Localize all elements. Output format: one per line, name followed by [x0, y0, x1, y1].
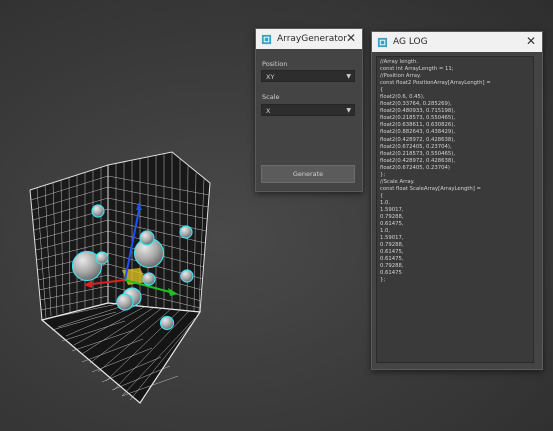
log-line: float2(0.672405, 0.23704),	[380, 143, 452, 150]
log-line: 1.0,	[380, 228, 391, 235]
generate-button[interactable]: Generate	[261, 165, 355, 183]
sphere-11[interactable]	[159, 315, 175, 331]
log-line: 0.61475,	[380, 256, 404, 263]
scale-dropdown[interactable]: X ▼	[261, 104, 355, 116]
log-line: 0.79288,	[380, 263, 404, 270]
log-lines: //Array length. const int ArrayLength = 1…	[380, 59, 530, 285]
log-line: {	[380, 87, 384, 94]
log-line: {	[380, 192, 384, 199]
ag-log-titlebar[interactable]: AG LOG ✕	[372, 32, 542, 52]
log-line: };	[380, 171, 386, 178]
sphere-4[interactable]	[139, 230, 155, 246]
log-line: //Position Array.	[380, 73, 422, 80]
log-line: float2(0.672405, 0.23704)	[380, 164, 450, 171]
log-line: 0.61475,	[380, 249, 404, 256]
log-line: 1.0,	[380, 199, 391, 206]
ag-log-title: AG LOG	[393, 37, 428, 47]
log-line: const int ArrayLength = 11;	[380, 66, 454, 73]
log-line: float2(0.480933, 0.715198),	[380, 108, 456, 115]
log-line: const float2 PositionArray[ArrayLength] …	[380, 80, 491, 87]
grid-floor	[40, 302, 202, 404]
log-line: float2(0.33764, 0.285269),	[380, 101, 452, 108]
sphere-8[interactable]	[142, 272, 156, 286]
log-line: float2(0.6, 0.45),	[380, 94, 425, 101]
unity-app-icon	[261, 34, 272, 44]
log-line: 0.79288,	[380, 214, 404, 221]
ag-log-window: AG LOG ✕ //Array length. const int ArrayL…	[371, 31, 543, 370]
array-generator-title: ArrayGenerator	[277, 34, 347, 44]
log-text-area[interactable]: //Array length. const int ArrayLength = 1…	[376, 56, 534, 363]
log-line: const float ScaleArray[ArrayLength] =	[380, 185, 481, 192]
position-dropdown-value: XY	[266, 73, 275, 81]
scale-dropdown-value: X	[266, 107, 271, 115]
log-line: float2(0.638611, 0.630826),	[380, 122, 456, 129]
array-generator-window: ArrayGenerator ✕ Position XY ▼ Scale X ▼…	[255, 28, 363, 192]
position-dropdown[interactable]: XY ▼	[261, 70, 355, 82]
position-label: Position	[262, 60, 288, 68]
chevron-down-icon: ▼	[346, 107, 351, 114]
log-line: 0.79288,	[380, 242, 404, 249]
sphere-7[interactable]	[95, 251, 109, 265]
grid-wall-left	[29, 164, 109, 321]
unity-app-icon	[377, 37, 388, 47]
log-line: };	[380, 277, 386, 284]
sphere-9[interactable]	[180, 269, 194, 283]
chevron-down-icon: ▼	[346, 73, 351, 80]
close-icon[interactable]: ✕	[526, 34, 536, 48]
sphere-5[interactable]	[91, 204, 105, 218]
grid-wall-right	[107, 151, 211, 313]
array-generator-titlebar[interactable]: ArrayGenerator ✕	[256, 29, 362, 49]
log-line: //Scale Array.	[380, 178, 415, 185]
log-line: float2(0.428972, 0.428638),	[380, 136, 456, 143]
scale-label: Scale	[262, 93, 280, 101]
log-line: float2(0.882643, 0.438429),	[380, 129, 456, 136]
sphere-10[interactable]	[116, 293, 134, 311]
log-line: 1.59017,	[380, 206, 404, 213]
log-line: 0.61475,	[380, 221, 404, 228]
log-line: float2(0.218573, 0.550465),	[380, 115, 456, 122]
log-line: 0.61475	[380, 270, 402, 277]
log-line: //Array length.	[380, 59, 419, 65]
close-icon[interactable]: ✕	[346, 31, 356, 45]
log-line: 1.59017,	[380, 235, 404, 242]
sphere-6[interactable]	[179, 225, 193, 239]
log-line: float2(0.428972, 0.428638),	[380, 157, 456, 164]
log-line: float2(0.218573, 0.550465),	[380, 150, 456, 157]
